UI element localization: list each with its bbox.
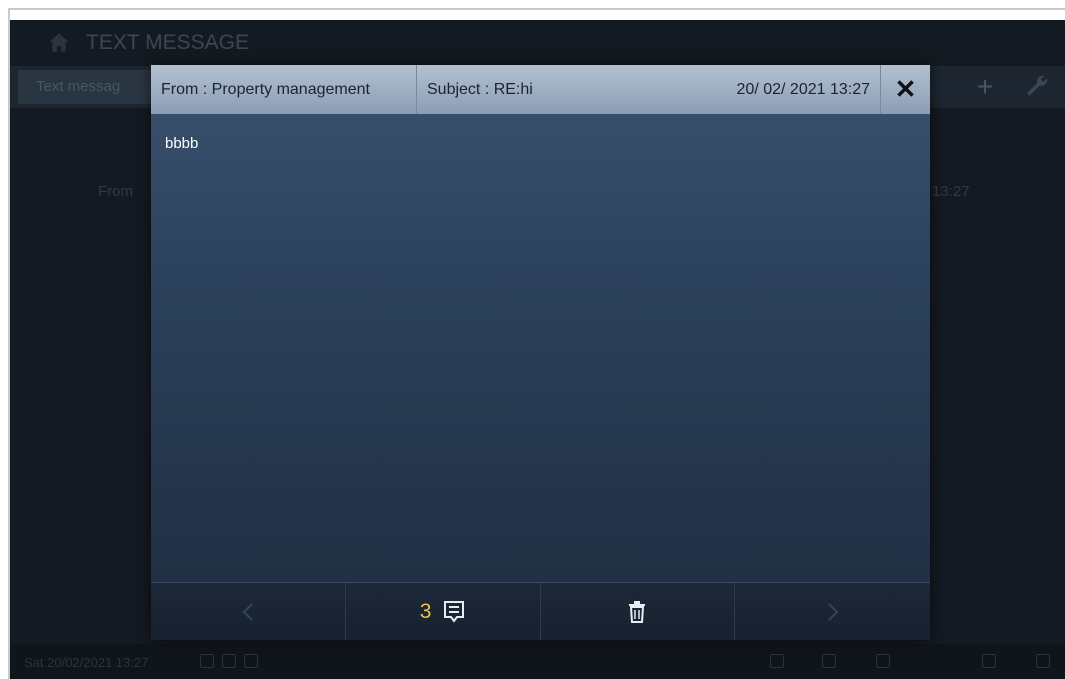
chat-icon: [982, 654, 996, 668]
message-row-from: From: [98, 183, 133, 200]
tab-text-messages[interactable]: Text messag: [18, 70, 168, 104]
message-subject-cell: Subject : RE:hi 20/ 02/ 2021 13:27: [417, 65, 881, 114]
status-datetime: Sat 20/02/2021 13:27: [24, 655, 149, 670]
message-dialog: From : Property management Subject : RE:…: [151, 65, 930, 640]
reply-button[interactable]: 3: [346, 583, 541, 640]
message-from: From : Property management: [151, 65, 417, 114]
previous-button[interactable]: [151, 583, 346, 640]
thermometer-icon: [822, 654, 836, 668]
dialog-header: From : Property management Subject : RE:…: [151, 65, 930, 114]
status-bar: Sat 20/02/2021 13:27: [10, 644, 1065, 679]
status-icon: [200, 654, 214, 668]
chevron-right-icon: [827, 602, 839, 621]
message-subject: Subject : RE:hi: [427, 81, 533, 98]
status-icon: [244, 654, 258, 668]
chevron-left-icon: [242, 602, 253, 621]
message-body: bbbb: [165, 135, 199, 152]
close-icon: ✕: [894, 74, 917, 104]
home-icon[interactable]: [46, 30, 72, 56]
lock-icon: [770, 654, 784, 668]
message-row-time: 13:27: [932, 183, 970, 200]
add-icon[interactable]: +: [970, 72, 1000, 102]
bell-icon: [222, 654, 236, 668]
dialog-footer: 3: [151, 582, 930, 640]
message-icon: [876, 654, 890, 668]
close-button[interactable]: ✕: [881, 65, 930, 114]
app-header: TEXT MESSAGE: [10, 20, 1065, 66]
message-datetime: 20/ 02/ 2021 13:27: [736, 81, 870, 98]
wrench-icon[interactable]: [1022, 72, 1052, 102]
delete-button[interactable]: [541, 583, 736, 640]
message-count: 3: [419, 599, 432, 623]
device-screen: TEXT MESSAGE Text messag + From 13:27 Sa…: [10, 20, 1065, 679]
trash-icon: [629, 600, 646, 623]
alarm-icon: [1036, 654, 1050, 668]
app-title: TEXT MESSAGE: [86, 31, 249, 54]
next-button[interactable]: [735, 583, 930, 640]
reply-message-icon: [444, 600, 465, 623]
